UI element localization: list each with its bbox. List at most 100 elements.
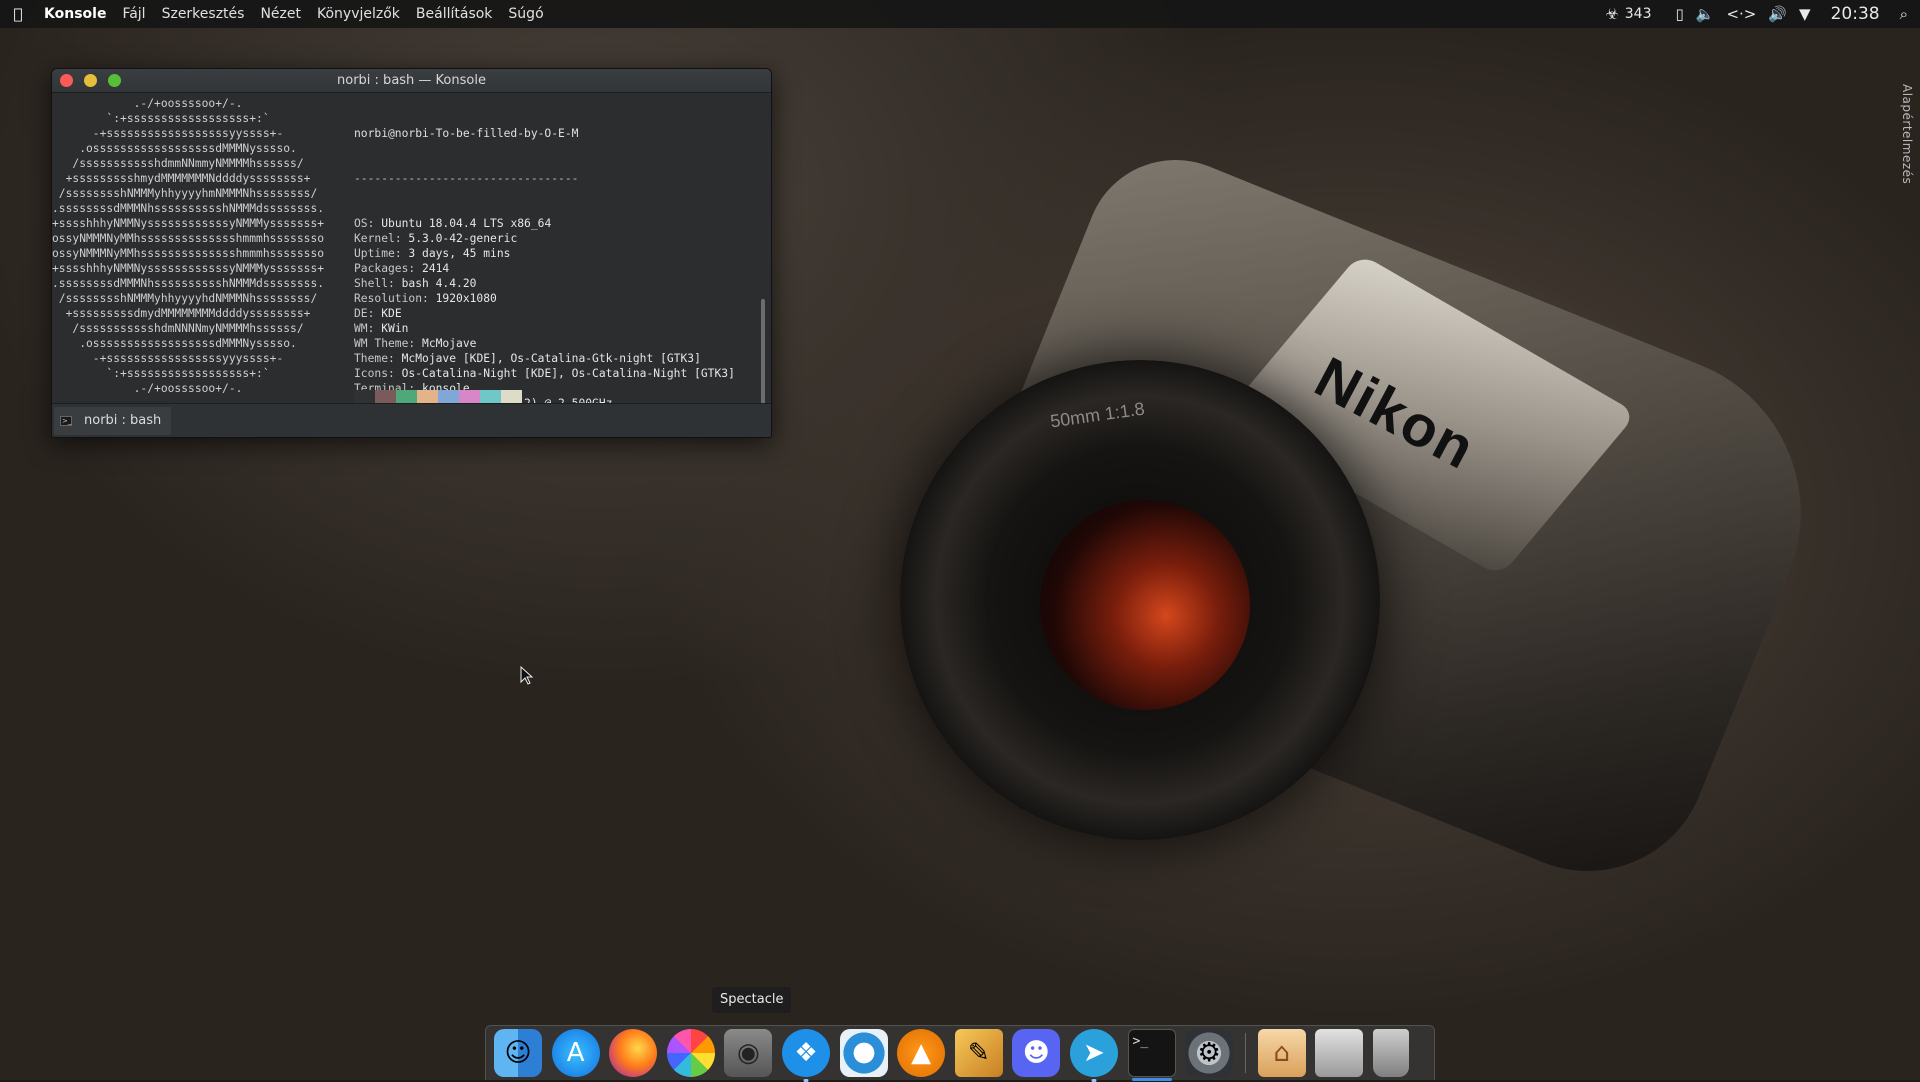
discover-icon[interactable]	[839, 1029, 888, 1077]
terminal-tab-icon: >_	[60, 415, 72, 426]
kde-connect-icon[interactable]: ❖	[781, 1029, 830, 1082]
logo-line: /ssssssssssshdmmNNmmyNMMMMhssssss/	[52, 157, 304, 170]
firefox-icon[interactable]	[609, 1029, 658, 1077]
palette-swatch	[396, 390, 417, 403]
home-folder-icon[interactable]: ⌂	[1257, 1029, 1306, 1077]
color-palette	[354, 390, 522, 403]
settings-icon[interactable]: ⚙	[1185, 1029, 1234, 1077]
info-key: OS	[354, 217, 368, 230]
palette-swatch	[480, 390, 501, 403]
palette-swatch	[417, 390, 438, 403]
photos-icon[interactable]	[666, 1029, 715, 1077]
volume-icon[interactable]: 🔊	[1762, 0, 1793, 28]
info-key: Resolution	[354, 292, 423, 305]
logo-line: .ssssssssdMMMNhsssssssssshNMMMdssssssss.	[52, 202, 325, 215]
palette-swatch	[438, 390, 459, 403]
logo-line: /ssssssssssshdmNNNNmyNMMMMhssssss/	[52, 322, 304, 335]
app-store-icon[interactable]: A	[551, 1029, 600, 1077]
tray-expand-icon[interactable]: ▼	[1793, 0, 1817, 28]
ubuntu-ascii-logo: .-/+oossssoo+/-. `:+ssssssssssssssssss+:…	[52, 96, 324, 396]
apple-menu-icon[interactable]: 	[0, 5, 36, 23]
logo-line: +sssshhhyNMMNyssssssssssssyNMMMysssssss+	[52, 262, 325, 275]
clock[interactable]: 20:38	[1817, 0, 1894, 28]
menu-bookmarks[interactable]: Könyvjelzők	[309, 0, 408, 28]
info-key: Packages	[354, 262, 409, 275]
info-row: Shell: bash 4.4.20	[354, 277, 477, 290]
network-icon[interactable]: <·>	[1720, 0, 1762, 28]
mute-icon[interactable]: 🔈	[1690, 0, 1721, 28]
drive-icon[interactable]	[1315, 1029, 1364, 1077]
telegram-icon[interactable]: ➤	[1069, 1029, 1118, 1082]
info-value: 3 days, 45 mins	[408, 247, 511, 260]
info-key: Uptime	[354, 247, 395, 260]
info-value: McMojave [KDE], Os-Catalina-Gtk-night [G…	[401, 352, 701, 365]
minimize-window-button[interactable]	[84, 74, 97, 87]
info-row: Uptime: 3 days, 45 mins	[354, 247, 511, 260]
finder-icon[interactable]: ☺	[494, 1029, 542, 1077]
menu-settings[interactable]: Beállítások	[408, 0, 501, 28]
info-value: Os-Catalina-Night [KDE], Os-Catalina-Nig…	[401, 367, 735, 380]
search-icon[interactable]: ⌕	[1894, 0, 1920, 28]
info-row: Theme: McMojave [KDE], Os-Catalina-Gtk-n…	[354, 352, 701, 365]
system-tray: ☣ 343 ▯ 🔈 <·> 🔊 ▼ 20:38 ⌕	[1599, 0, 1920, 28]
menu-help[interactable]: Súgó	[500, 0, 551, 28]
info-row: WM Theme: McMojave	[354, 337, 477, 350]
logo-line: -+ssssssssssssssssssyyssss+-	[52, 127, 284, 140]
close-window-button[interactable]	[60, 74, 73, 87]
top-menu-bar:  Konsole Fájl Szerkesztés Nézet Könyvje…	[0, 0, 1920, 28]
info-value: 2414	[422, 262, 450, 275]
activity-switcher-label[interactable]: Alapértelmezés	[1900, 84, 1914, 184]
info-row: DE: KDE	[354, 307, 402, 320]
biohazard-icon[interactable]: ☣	[1599, 0, 1624, 28]
menu-view[interactable]: Nézet	[252, 0, 309, 28]
info-value: KDE	[381, 307, 402, 320]
notification-count[interactable]: 343	[1625, 0, 1670, 28]
menu-edit[interactable]: Szerkesztés	[154, 0, 253, 28]
logo-line: `:+ssssssssssssssssss+:`	[52, 112, 270, 125]
info-row: Icons: Os-Catalina-Night [KDE], Os-Catal…	[354, 367, 735, 380]
logo-line: .ossssssssssssssssssdMMMNysssso.	[52, 142, 297, 155]
info-value: McMojave	[422, 337, 477, 350]
window-titlebar[interactable]: norbi : bash — Konsole	[52, 69, 771, 93]
logo-line: .-/+oossssoo+/-.	[52, 97, 243, 110]
logo-line: +sssssssssdmydMMMMMMMMddddyssssssss+	[52, 307, 311, 320]
info-row: Kernel: 5.3.0-42-generic	[354, 232, 518, 245]
logo-line: ossyNMMMNyMMhsssssssssssssshmmmhssssssso	[52, 232, 325, 245]
dock-separator	[1244, 1033, 1246, 1073]
terminal-output[interactable]: .-/+oossssoo+/-. `:+ssssssssssssssssss+:…	[52, 93, 771, 403]
notes-icon[interactable]: ✎	[954, 1029, 1003, 1077]
camera-lens-glass	[1040, 500, 1250, 710]
maximize-window-button[interactable]	[108, 74, 121, 87]
terminal-icon[interactable]: >_	[1127, 1029, 1176, 1081]
dock: ☺ A ◉ ❖ ▲ ✎ ☻ ➤ >_ ⚙ ⌂	[485, 1025, 1435, 1082]
tab-norbi-bash[interactable]: >_ norbi : bash	[54, 406, 172, 435]
palette-swatch	[354, 390, 375, 403]
clipboard-icon[interactable]: ▯	[1670, 0, 1690, 28]
info-row: Resolution: 1920x1080	[354, 292, 497, 305]
vlc-icon[interactable]: ▲	[897, 1029, 946, 1077]
logo-line: ossyNMMMNyMMhsssssssssssssshmmmhssssssso	[52, 247, 325, 260]
logo-line: .ossssssssssssssssssdMMMNysssso.	[52, 337, 297, 350]
info-key: Icons	[354, 367, 389, 380]
tab-bar: >_ norbi : bash	[52, 403, 771, 437]
menu-file[interactable]: Fájl	[114, 0, 153, 28]
info-value: bash 4.4.20	[401, 277, 477, 290]
logo-line: +sssshhhyNMMNyssssssssssssyNMMMysssssss+	[52, 217, 325, 230]
palette-swatch	[459, 390, 480, 403]
camera-icon[interactable]: ◉	[724, 1029, 773, 1077]
info-key: WM	[354, 322, 368, 335]
info-row: OS: Ubuntu 18.04.4 LTS x86_64	[354, 217, 552, 230]
info-value: 5.3.0-42-generic	[408, 232, 518, 245]
info-key: Theme	[354, 352, 389, 365]
info-value: 1920x1080	[435, 292, 497, 305]
user-host: norbi@norbi-To-be-filled-by-O-E-M	[354, 127, 579, 140]
app-menu[interactable]: Konsole	[36, 0, 114, 28]
mouse-cursor-icon	[520, 666, 534, 685]
konsole-window: norbi : bash — Konsole .-/+oossssoo+/-. …	[51, 68, 772, 438]
trash-icon[interactable]	[1372, 1029, 1409, 1077]
separator-line: ---------------------------------	[354, 172, 579, 185]
terminal-scrollbar-thumb[interactable]	[761, 299, 765, 403]
logo-line: .-/+oossssoo+/-.	[52, 382, 243, 395]
discord-icon[interactable]: ☻	[1012, 1029, 1061, 1077]
logo-line: /sssssssshNMMMyhhyyyyhdNMMMNhssssssss/	[52, 292, 318, 305]
